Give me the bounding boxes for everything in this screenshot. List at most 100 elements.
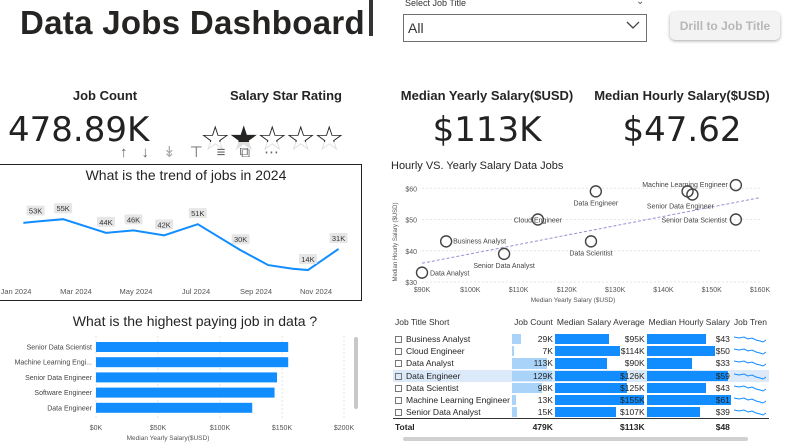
- arrow-down-icon[interactable]: ↓: [142, 144, 150, 161]
- y-tick-label: $30: [405, 280, 417, 287]
- table-row[interactable]: Data Engineer 129K $126K $59: [393, 369, 769, 382]
- line-chart: 53K 55K 44K 46K 42K 51K 30K 14K 31K Jan 2024 Mar 2…: [1, 203, 348, 296]
- x-tick-label: Sep 2024: [240, 287, 272, 296]
- expand-hierarchy-icon[interactable]: ⊤: [190, 143, 203, 161]
- table-row[interactable]: Cloud Engineer 7K $114K $50: [393, 345, 769, 357]
- median-hourly-value: $47.62: [622, 110, 742, 150]
- cell-salary: $95K: [554, 333, 647, 345]
- cell-data-bar: [554, 358, 607, 369]
- scatter-point: [589, 185, 603, 198]
- cell-count: 129K: [511, 370, 555, 382]
- bar: [96, 372, 278, 383]
- data-label: 46K: [127, 215, 140, 224]
- sparkline: [733, 348, 766, 355]
- row-title: Cloud Engineer: [393, 345, 512, 357]
- cell-value: $33: [715, 358, 730, 369]
- arrow-up-icon[interactable]: ↑: [120, 144, 128, 161]
- cell-job-trend: [732, 345, 769, 357]
- x-tick-label: $0K: [90, 425, 103, 432]
- data-label: 14K: [301, 255, 314, 264]
- cell-hourly: $33: [646, 357, 732, 369]
- data-label: 55K: [56, 204, 69, 213]
- data-label: 31K: [332, 234, 345, 243]
- scatter-point: [439, 235, 453, 248]
- expand-row-icon[interactable]: [395, 372, 402, 380]
- more-options-icon[interactable]: ⋯: [264, 143, 279, 161]
- scatter-chart-title: Hourly VS. Yearly Salary Data Jobs: [391, 160, 564, 172]
- cell-value: $59: [715, 370, 730, 381]
- focus-mode-icon[interactable]: ⧉: [239, 144, 250, 161]
- cell-data-bar: [646, 358, 693, 369]
- column-header-job-trend[interactable]: Job Tren: [732, 315, 769, 333]
- bar: [96, 342, 289, 352]
- data-label: 30K: [234, 235, 247, 244]
- slicer-label: Select Job Title: [405, 0, 467, 8]
- x-tick-label: $50K: [150, 425, 167, 432]
- drill-to-job-title-button[interactable]: Drill to Job Title: [670, 12, 780, 40]
- category-label: Machine Learning Engi...: [15, 360, 92, 367]
- row-title: Machine Learning Engineer: [393, 394, 512, 406]
- double-arrow-down-icon[interactable]: ↡: [163, 143, 176, 161]
- x-tick-label: $150K: [272, 425, 293, 432]
- category-label: Senior Data Engineer: [25, 375, 93, 382]
- row-title-text: Cloud Engineer: [406, 346, 465, 357]
- expand-row-icon[interactable]: [395, 397, 402, 405]
- cell-hourly: $43: [646, 382, 732, 394]
- cell-value: $39: [715, 406, 730, 417]
- sparkline: [733, 385, 766, 392]
- point-label: Data Scientist: [569, 250, 612, 257]
- cell-count: 13K: [511, 394, 555, 406]
- jobs-trend-chart-panel[interactable]: What is the trend of jobs in 2024 53K 55K…: [0, 164, 362, 301]
- cell-count: 15K: [511, 406, 555, 418]
- cell-data-bar: [511, 346, 515, 357]
- slicer-collapse-icon[interactable]: ⌄: [636, 0, 644, 7]
- data-label: 53K: [29, 207, 42, 216]
- expand-row-icon[interactable]: [395, 348, 402, 356]
- job-title-dropdown[interactable]: All: [403, 14, 647, 42]
- expand-row-icon[interactable]: [395, 384, 402, 392]
- sparkline: [733, 336, 766, 343]
- cell-value: 129K: [533, 370, 553, 381]
- series-line: [23, 218, 340, 272]
- table-horizontal-scrollbar[interactable]: [403, 437, 748, 441]
- cell-value: $155K: [620, 395, 645, 406]
- filter-icon[interactable]: ≡: [217, 144, 226, 161]
- total-title: Total: [393, 417, 512, 435]
- expand-row-icon[interactable]: [395, 408, 402, 416]
- cell-value: $95K: [624, 334, 645, 345]
- cell-data-bar: [554, 370, 628, 381]
- cell-job-trend: [732, 382, 769, 394]
- total-salary: $113K: [554, 417, 647, 435]
- table-row[interactable]: Data Scientist 98K $125K $43: [393, 382, 769, 394]
- title-divider: [369, 0, 373, 36]
- cell-value: $50: [715, 346, 730, 357]
- column-header-hourly-salary[interactable]: Median Hourly Salary: [647, 315, 732, 333]
- cell-job-trend: [732, 406, 769, 418]
- bar-chart-scrollbar[interactable]: [354, 337, 358, 409]
- table-row[interactable]: Data Analyst 113K $90K $33: [393, 357, 769, 369]
- cell-data-bar: [646, 346, 716, 357]
- column-header-median-salary[interactable]: Median Salary Average: [555, 315, 647, 333]
- column-header-job-count[interactable]: Job Count: [512, 315, 555, 333]
- x-tick-label: $110K: [509, 287, 529, 294]
- x-tick-label: $90K: [414, 287, 431, 294]
- cell-data-bar: [554, 382, 627, 393]
- bar-chart-title: What is the highest paying job in data ?: [72, 313, 318, 329]
- expand-row-icon[interactable]: [395, 360, 402, 368]
- data-label: 51K: [191, 209, 204, 218]
- row-title: Data Scientist: [393, 382, 512, 394]
- row-title-text: Machine Learning Engineer: [406, 395, 510, 406]
- row-title-text: Data Scientist: [406, 382, 459, 393]
- cell-value: $61: [715, 395, 730, 406]
- x-tick-label: May 2024: [120, 287, 153, 296]
- row-title-text: Data Engineer: [406, 370, 461, 381]
- expand-row-icon[interactable]: [395, 336, 402, 344]
- cell-job-trend: [732, 370, 769, 382]
- table-row[interactable]: Business Analyst 29K $95K $43: [393, 333, 769, 345]
- scatter-point: [415, 266, 429, 279]
- table-row[interactable]: Machine Learning Engineer 13K $155K $61: [393, 394, 769, 406]
- column-header-job-title[interactable]: Job Title Short: [393, 315, 512, 333]
- y-axis-label: Median Hourly Salary ($USD): [393, 202, 399, 281]
- table-row[interactable]: Senior Data Analyst 15K $107K $39: [393, 406, 769, 418]
- x-tick-label: Jul 2024: [182, 287, 210, 296]
